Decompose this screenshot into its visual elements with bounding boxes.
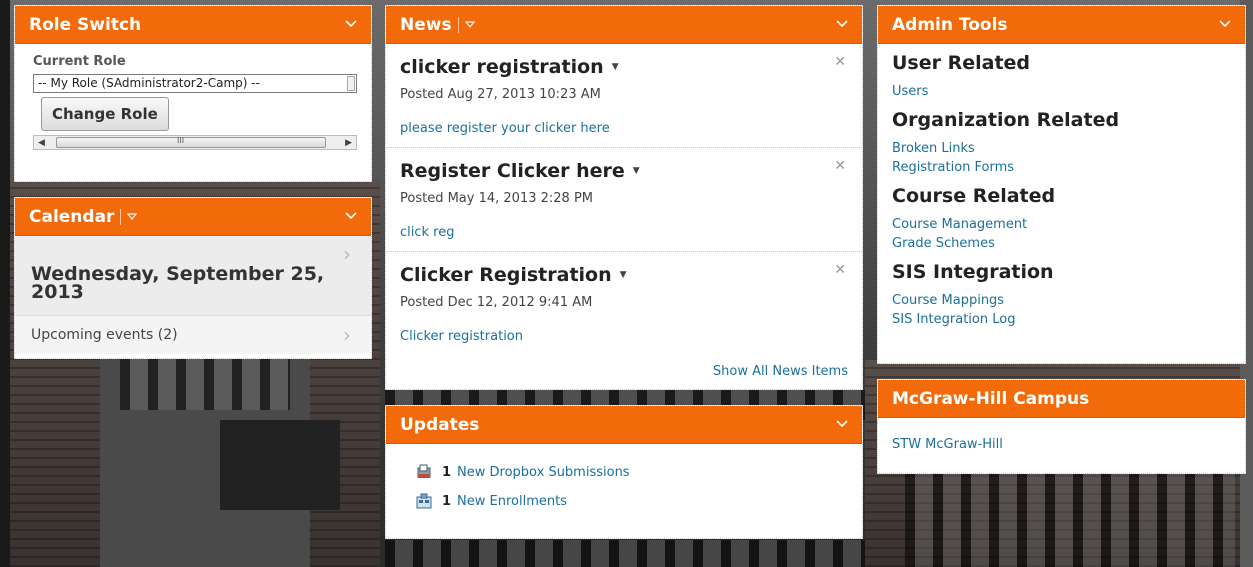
current-role-label: Current Role	[33, 54, 126, 69]
horizontal-scrollbar[interactable]: ◀ III ▶	[33, 135, 357, 150]
calendar-header: Calendar	[15, 198, 371, 236]
update-link[interactable]: New Enrollments	[457, 494, 567, 509]
campus-header: McGraw-Hill Campus	[878, 380, 1245, 418]
select-caret-icon	[347, 76, 355, 91]
campus-link[interactable]: STW McGraw-Hill	[892, 437, 1245, 452]
change-role-button[interactable]: Change Role	[41, 97, 169, 131]
header-divider	[457, 16, 459, 33]
chevron-down-icon[interactable]	[834, 415, 850, 431]
news-item-posted: Posted Dec 12, 2012 9:41 AM	[400, 295, 593, 310]
news-item: Register Clicker here ▼ Posted May 14, 2…	[386, 148, 862, 252]
role-switch-title: Role Switch	[29, 14, 142, 35]
admin-section-heading: User Related	[892, 52, 1031, 74]
news-item-posted: Posted May 14, 2013 2:28 PM	[400, 191, 593, 206]
admin-tools-header: Admin Tools	[878, 6, 1245, 44]
admin-link-registration-forms[interactable]: Registration Forms	[892, 158, 1245, 177]
dropbox-icon	[417, 464, 431, 478]
admin-link-broken-links[interactable]: Broken Links	[892, 139, 1245, 158]
news-item-title[interactable]: clicker registration	[400, 56, 604, 78]
update-count: 1	[442, 493, 452, 509]
header-divider	[120, 208, 122, 225]
admin-link-course-mappings[interactable]: Course Mappings	[892, 291, 1245, 310]
news-item-title[interactable]: Clicker Registration	[400, 264, 612, 286]
close-icon[interactable]: ✕	[834, 262, 846, 278]
calendar-menu-icon[interactable]	[127, 212, 138, 221]
chevron-right-icon: ›	[343, 242, 351, 266]
admin-link-grade-schemes[interactable]: Grade Schemes	[892, 234, 1245, 253]
admin-link-sis-integration-log[interactable]: SIS Integration Log	[892, 310, 1245, 329]
news-item-body-link[interactable]: Clicker registration	[400, 329, 523, 344]
update-link[interactable]: New Dropbox Submissions	[457, 465, 630, 480]
show-all-news-link[interactable]: Show All News Items	[713, 364, 848, 379]
close-icon[interactable]: ✕	[834, 54, 846, 70]
scrollbar-thumb[interactable]: III	[56, 136, 326, 148]
updates-widget: Updates 1 New Dropbox Submissions 1 New …	[385, 405, 863, 539]
admin-section-heading: Organization Related	[892, 109, 1120, 131]
news-item-body-link[interactable]: please register your clicker here	[400, 121, 610, 136]
calendar-day[interactable]: Wednesday, September 25, 2013 ›	[15, 236, 371, 316]
role-switch-widget: Role Switch Current Role -- My Role (SAd…	[14, 5, 372, 182]
updates-header: Updates	[386, 406, 862, 444]
role-switch-header: Role Switch	[15, 6, 371, 44]
admin-link-users[interactable]: Users	[892, 82, 1245, 101]
campus-title: McGraw-Hill Campus	[892, 388, 1090, 409]
upcoming-events-row[interactable]: Upcoming events (2) ›	[15, 316, 371, 354]
close-icon[interactable]: ✕	[834, 158, 846, 174]
update-item[interactable]: 1 New Enrollments	[416, 493, 862, 509]
upcoming-events-label: Upcoming events (2)	[31, 327, 178, 343]
scroll-right-icon[interactable]: ▶	[345, 138, 352, 148]
updates-title: Updates	[400, 414, 480, 435]
news-item-menu-icon[interactable]: ▼	[620, 270, 627, 280]
calendar-widget: Calendar Wednesday, September 25, 2013 ›…	[14, 197, 372, 359]
news-item: Clicker Registration ▼ Posted Dec 12, 20…	[386, 252, 862, 352]
chevron-down-icon[interactable]	[343, 15, 359, 31]
update-item[interactable]: 1 New Dropbox Submissions	[416, 464, 862, 480]
scroll-left-icon[interactable]: ◀	[38, 138, 45, 148]
news-item-posted: Posted Aug 27, 2013 10:23 AM	[400, 87, 601, 102]
admin-tools-title: Admin Tools	[892, 14, 1008, 35]
chevron-down-icon[interactable]	[343, 207, 359, 223]
news-title: News	[400, 14, 452, 35]
update-count: 1	[442, 464, 452, 480]
admin-tools-widget: Admin Tools User Related Users Organizat…	[877, 5, 1246, 364]
calendar-date: Wednesday, September 25, 2013	[31, 263, 325, 303]
chevron-down-icon[interactable]	[834, 15, 850, 31]
admin-section-heading: Course Related	[892, 185, 1056, 207]
admin-link-course-management[interactable]: Course Management	[892, 215, 1245, 234]
news-item: clicker registration ▼ Posted Aug 27, 20…	[386, 44, 862, 148]
role-select[interactable]: -- My Role (SAdministrator2-Camp) --	[33, 74, 357, 93]
news-menu-icon[interactable]	[464, 20, 475, 29]
news-item-title[interactable]: Register Clicker here	[400, 160, 625, 182]
enrollments-icon	[416, 493, 432, 509]
admin-section-heading: SIS Integration	[892, 261, 1054, 283]
news-header: News	[386, 6, 862, 44]
news-item-menu-icon[interactable]: ▼	[633, 166, 640, 176]
news-item-body-link[interactable]: click reg	[400, 225, 455, 240]
calendar-title: Calendar	[29, 206, 115, 227]
news-item-menu-icon[interactable]: ▼	[612, 62, 619, 72]
chevron-right-icon: ›	[343, 323, 351, 347]
scrollbar-grip: III	[177, 136, 185, 145]
news-widget: News clicker registration ▼ Posted Aug 2…	[385, 5, 863, 390]
chevron-down-icon[interactable]	[1217, 15, 1233, 31]
role-select-value: -- My Role (SAdministrator2-Camp) --	[38, 76, 260, 90]
campus-widget: McGraw-Hill Campus STW McGraw-Hill	[877, 379, 1246, 474]
